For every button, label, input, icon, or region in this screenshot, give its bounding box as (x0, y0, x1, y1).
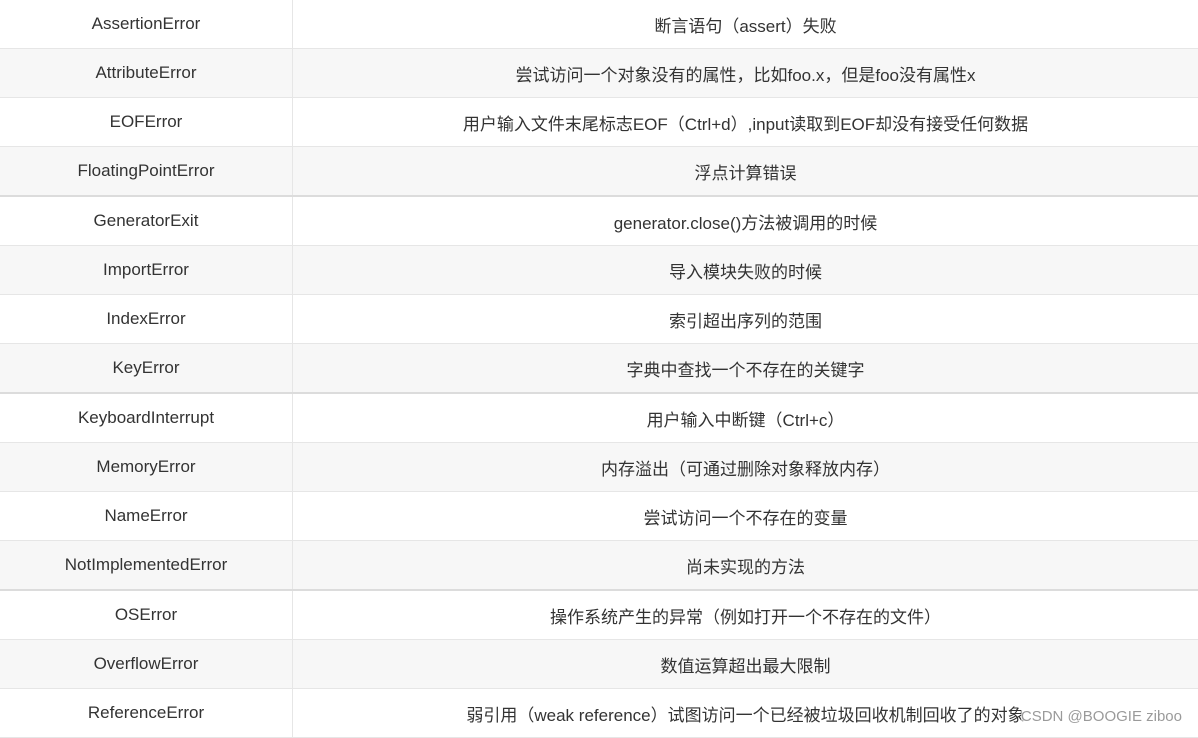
exception-description-cell: 数值运算超出最大限制 (293, 640, 1198, 689)
watermark: CSDN @BOOGIE ziboo (1021, 708, 1182, 725)
exception-description-cell: 用户输入文件末尾标志EOF（Ctrl+d）,input读取到EOF却没有接受任何… (293, 98, 1198, 147)
table-row: OverflowError 数值运算超出最大限制 (0, 640, 1198, 689)
table-row: MemoryError 内存溢出（可通过删除对象释放内存） (0, 443, 1198, 492)
table-row: KeyError 字典中查找一个不存在的关键字 (0, 344, 1198, 394)
table-row: NotImplementedError 尚未实现的方法 (0, 541, 1198, 591)
exception-description-cell: generator.close()方法被调用的时候 (293, 196, 1198, 246)
exception-description-cell: 断言语句（assert）失败 (293, 0, 1198, 49)
exception-description-cell: 内存溢出（可通过删除对象释放内存） (293, 443, 1198, 492)
table-row: ReferenceError 弱引用（weak reference）试图访问一个… (0, 689, 1198, 738)
table-row: FloatingPointError 浮点计算错误 (0, 147, 1198, 197)
exception-description-cell: 操作系统产生的异常（例如打开一个不存在的文件） (293, 590, 1198, 640)
exception-description-cell: 尚未实现的方法 (293, 541, 1198, 591)
table-row: AssertionError 断言语句（assert）失败 (0, 0, 1198, 49)
table-row: OSError 操作系统产生的异常（例如打开一个不存在的文件） (0, 590, 1198, 640)
exception-description-cell: 导入模块失败的时候 (293, 246, 1198, 295)
exception-name-cell: IndexError (0, 295, 293, 344)
exception-name-cell: NotImplementedError (0, 541, 293, 591)
exception-name-cell: OSError (0, 590, 293, 640)
exception-description-cell: 用户输入中断键（Ctrl+c） (293, 393, 1198, 443)
exception-name-cell: AttributeError (0, 49, 293, 98)
table-row: EOFError 用户输入文件末尾标志EOF（Ctrl+d）,input读取到E… (0, 98, 1198, 147)
table-row: ImportError 导入模块失败的时候 (0, 246, 1198, 295)
exception-name-cell: NameError (0, 492, 293, 541)
exception-name-cell: EOFError (0, 98, 293, 147)
table-row: GeneratorExit generator.close()方法被调用的时候 (0, 196, 1198, 246)
exception-name-cell: ReferenceError (0, 689, 293, 738)
table-row: NameError 尝试访问一个不存在的变量 (0, 492, 1198, 541)
exception-description-cell: 索引超出序列的范围 (293, 295, 1198, 344)
exception-description-cell: 字典中查找一个不存在的关键字 (293, 344, 1198, 394)
table-row: AttributeError 尝试访问一个对象没有的属性，比如foo.x，但是f… (0, 49, 1198, 98)
exception-name-cell: AssertionError (0, 0, 293, 49)
exception-name-cell: MemoryError (0, 443, 293, 492)
exception-name-cell: GeneratorExit (0, 196, 293, 246)
exception-name-cell: KeyboardInterrupt (0, 393, 293, 443)
table-row: IndexError 索引超出序列的范围 (0, 295, 1198, 344)
table-row: KeyboardInterrupt 用户输入中断键（Ctrl+c） (0, 393, 1198, 443)
exception-name-cell: KeyError (0, 344, 293, 394)
exception-name-cell: ImportError (0, 246, 293, 295)
exception-name-cell: OverflowError (0, 640, 293, 689)
error-table-body: AssertionError 断言语句（assert）失败 AttributeE… (0, 0, 1198, 738)
exception-description-cell: 尝试访问一个不存在的变量 (293, 492, 1198, 541)
exception-name-cell: FloatingPointError (0, 147, 293, 197)
exception-description-cell: 尝试访问一个对象没有的属性，比如foo.x，但是foo没有属性x (293, 49, 1198, 98)
exception-description-cell: 浮点计算错误 (293, 147, 1198, 197)
error-table: AssertionError 断言语句（assert）失败 AttributeE… (0, 0, 1198, 738)
